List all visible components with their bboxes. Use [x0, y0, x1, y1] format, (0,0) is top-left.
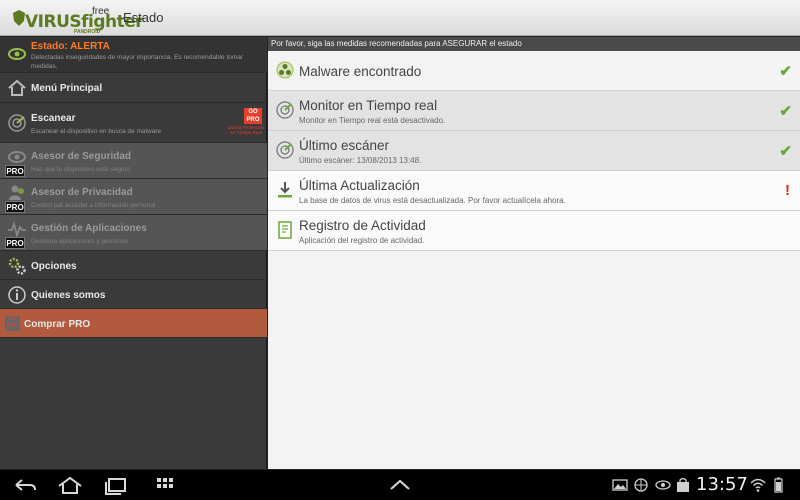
system-navigation-bar: 13:57: [0, 470, 800, 500]
sidebar-item-label: Menú Principal: [31, 83, 103, 94]
action-bar: VIRUSfighter free PANDROID Estado: [0, 0, 800, 36]
sidebar-item-about[interactable]: Quienes somos: [0, 280, 267, 309]
sidebar-item-label: Escanear: [31, 113, 76, 124]
sidebar-item-label: Estado: ALERTA: [31, 41, 110, 52]
status-row-realtime-monitor[interactable]: Monitor en Tiempo real Monitor en Tiempo…: [268, 91, 800, 131]
status-description: La base de datos de virus está desactual…: [299, 196, 566, 205]
pro-badge: PRO: [5, 165, 25, 177]
warning-icon: !: [785, 182, 790, 199]
sidebar-item-label: Comprar PRO: [24, 319, 91, 330]
radar-icon: [276, 101, 294, 119]
sidebar-item-security-advisor[interactable]: PRO Asesor de Seguridad Haz que tu dispo…: [0, 143, 267, 179]
sidebar-item-label: Gestión de Aplicaciones: [31, 223, 147, 234]
sidebar-item-label: Asesor de Seguridad: [31, 151, 132, 162]
sidebar-item-options[interactable]: Opciones: [0, 251, 267, 280]
go-pro-icon: GO PRO: [5, 316, 20, 331]
status-title: Registro de Actividad: [299, 218, 426, 233]
battery-icon: [774, 477, 783, 493]
back-icon[interactable]: [10, 474, 40, 496]
wifi-icon: [750, 478, 766, 492]
navigation-sidebar: Estado: ALERTA Detectadas inseguridades …: [0, 37, 267, 469]
check-icon: ✔: [779, 63, 792, 80]
sidebar-item-buy-pro[interactable]: GO PRO Comprar PRO: [0, 309, 267, 338]
biohazard-icon: [276, 61, 294, 79]
pro-badge: PRO: [5, 201, 25, 213]
sidebar-item-scan[interactable]: Escanear Escanear el dispositivo en busc…: [0, 103, 267, 143]
status-row-activity-log[interactable]: Registro de Actividad Aplicación del reg…: [268, 211, 800, 251]
sidebar-item-label: Asesor de Privacidad: [31, 187, 133, 198]
recent-apps-icon[interactable]: [102, 474, 132, 496]
status-title: Última Actualización: [299, 178, 420, 193]
sidebar-item-main-menu[interactable]: Menú Principal: [0, 73, 267, 103]
sidebar-item-status[interactable]: Estado: ALERTA Detectadas inseguridades …: [0, 37, 267, 73]
sidebar-item-label: Quienes somos: [31, 290, 106, 301]
download-icon: [278, 182, 292, 198]
sidebar-item-description: Control pat acceder a información person…: [31, 202, 156, 209]
radar-icon: [634, 478, 648, 492]
status-description: Aplicación del registro de actividad.: [299, 236, 425, 245]
shopping-bag-icon: [677, 477, 689, 492]
sidebar-item-description: Detectadas inseguridades de mayor import…: [31, 54, 244, 70]
eye-notification-icon: [655, 480, 671, 490]
pulse-icon: [8, 220, 26, 238]
status-row-last-scan[interactable]: Último escáner Último escáner: 13/08/201…: [268, 131, 800, 171]
status-description: Monitor en Tiempo real está desactivado.: [299, 116, 446, 125]
radar-icon: [8, 114, 26, 132]
gallery-icon: [612, 479, 628, 491]
status-row-malware[interactable]: Malware encontrado ✔: [268, 51, 800, 91]
sidebar-item-description: Gestiona aplicaciones y permisos: [31, 238, 128, 245]
check-icon: ✔: [779, 103, 792, 120]
gears-icon: [8, 257, 26, 275]
status-description: Último escáner: 13/08/2013 13:48.: [299, 156, 422, 165]
sidebar-item-app-manager[interactable]: PRO Gestión de Aplicaciones Gestiona apl…: [0, 215, 267, 251]
people-icon: [9, 185, 24, 200]
pro-badge: PRO: [5, 237, 25, 249]
eye-icon: [8, 48, 26, 60]
radar-icon: [276, 141, 294, 159]
virusfighter-logo[interactable]: VIRUSfighter free PANDROID: [12, 4, 144, 35]
shield-logo-icon: [13, 10, 25, 26]
info-icon: [8, 286, 26, 304]
logo-free-label: free: [92, 6, 110, 17]
status-panel: Por favor, siga las medidas recomendadas…: [268, 37, 800, 469]
eye-icon: [8, 151, 26, 163]
home-icon: [8, 79, 26, 96]
status-row-last-update[interactable]: Última Actualización La base de datos de…: [268, 171, 800, 211]
status-title: Malware encontrado: [299, 64, 422, 79]
logo-brand-label: PANDROID: [74, 29, 101, 35]
sidebar-item-label: Opciones: [31, 261, 77, 272]
system-clock: 13:57: [696, 474, 748, 495]
log-icon: [278, 221, 292, 239]
status-title: Monitor en Tiempo real: [299, 98, 438, 113]
sidebar-item-description: Haz que tu dispositivo esté seguro: [31, 166, 131, 173]
screen-title: Estado: [123, 10, 164, 25]
go-pro-note: para la Protección en Tiempo Real: [227, 125, 265, 135]
grid-menu-icon[interactable]: [150, 474, 180, 496]
home-icon[interactable]: [55, 474, 85, 496]
go-pro-badge[interactable]: GO PRO: [244, 108, 262, 124]
status-title: Último escáner: [299, 138, 390, 153]
chevron-up-icon[interactable]: [385, 474, 415, 496]
sidebar-item-privacy-advisor[interactable]: PRO Asesor de Privacidad Control pat acc…: [0, 179, 267, 215]
recommendation-notice: Por favor, siga las medidas recomendadas…: [268, 37, 800, 51]
check-icon: ✔: [779, 143, 792, 160]
